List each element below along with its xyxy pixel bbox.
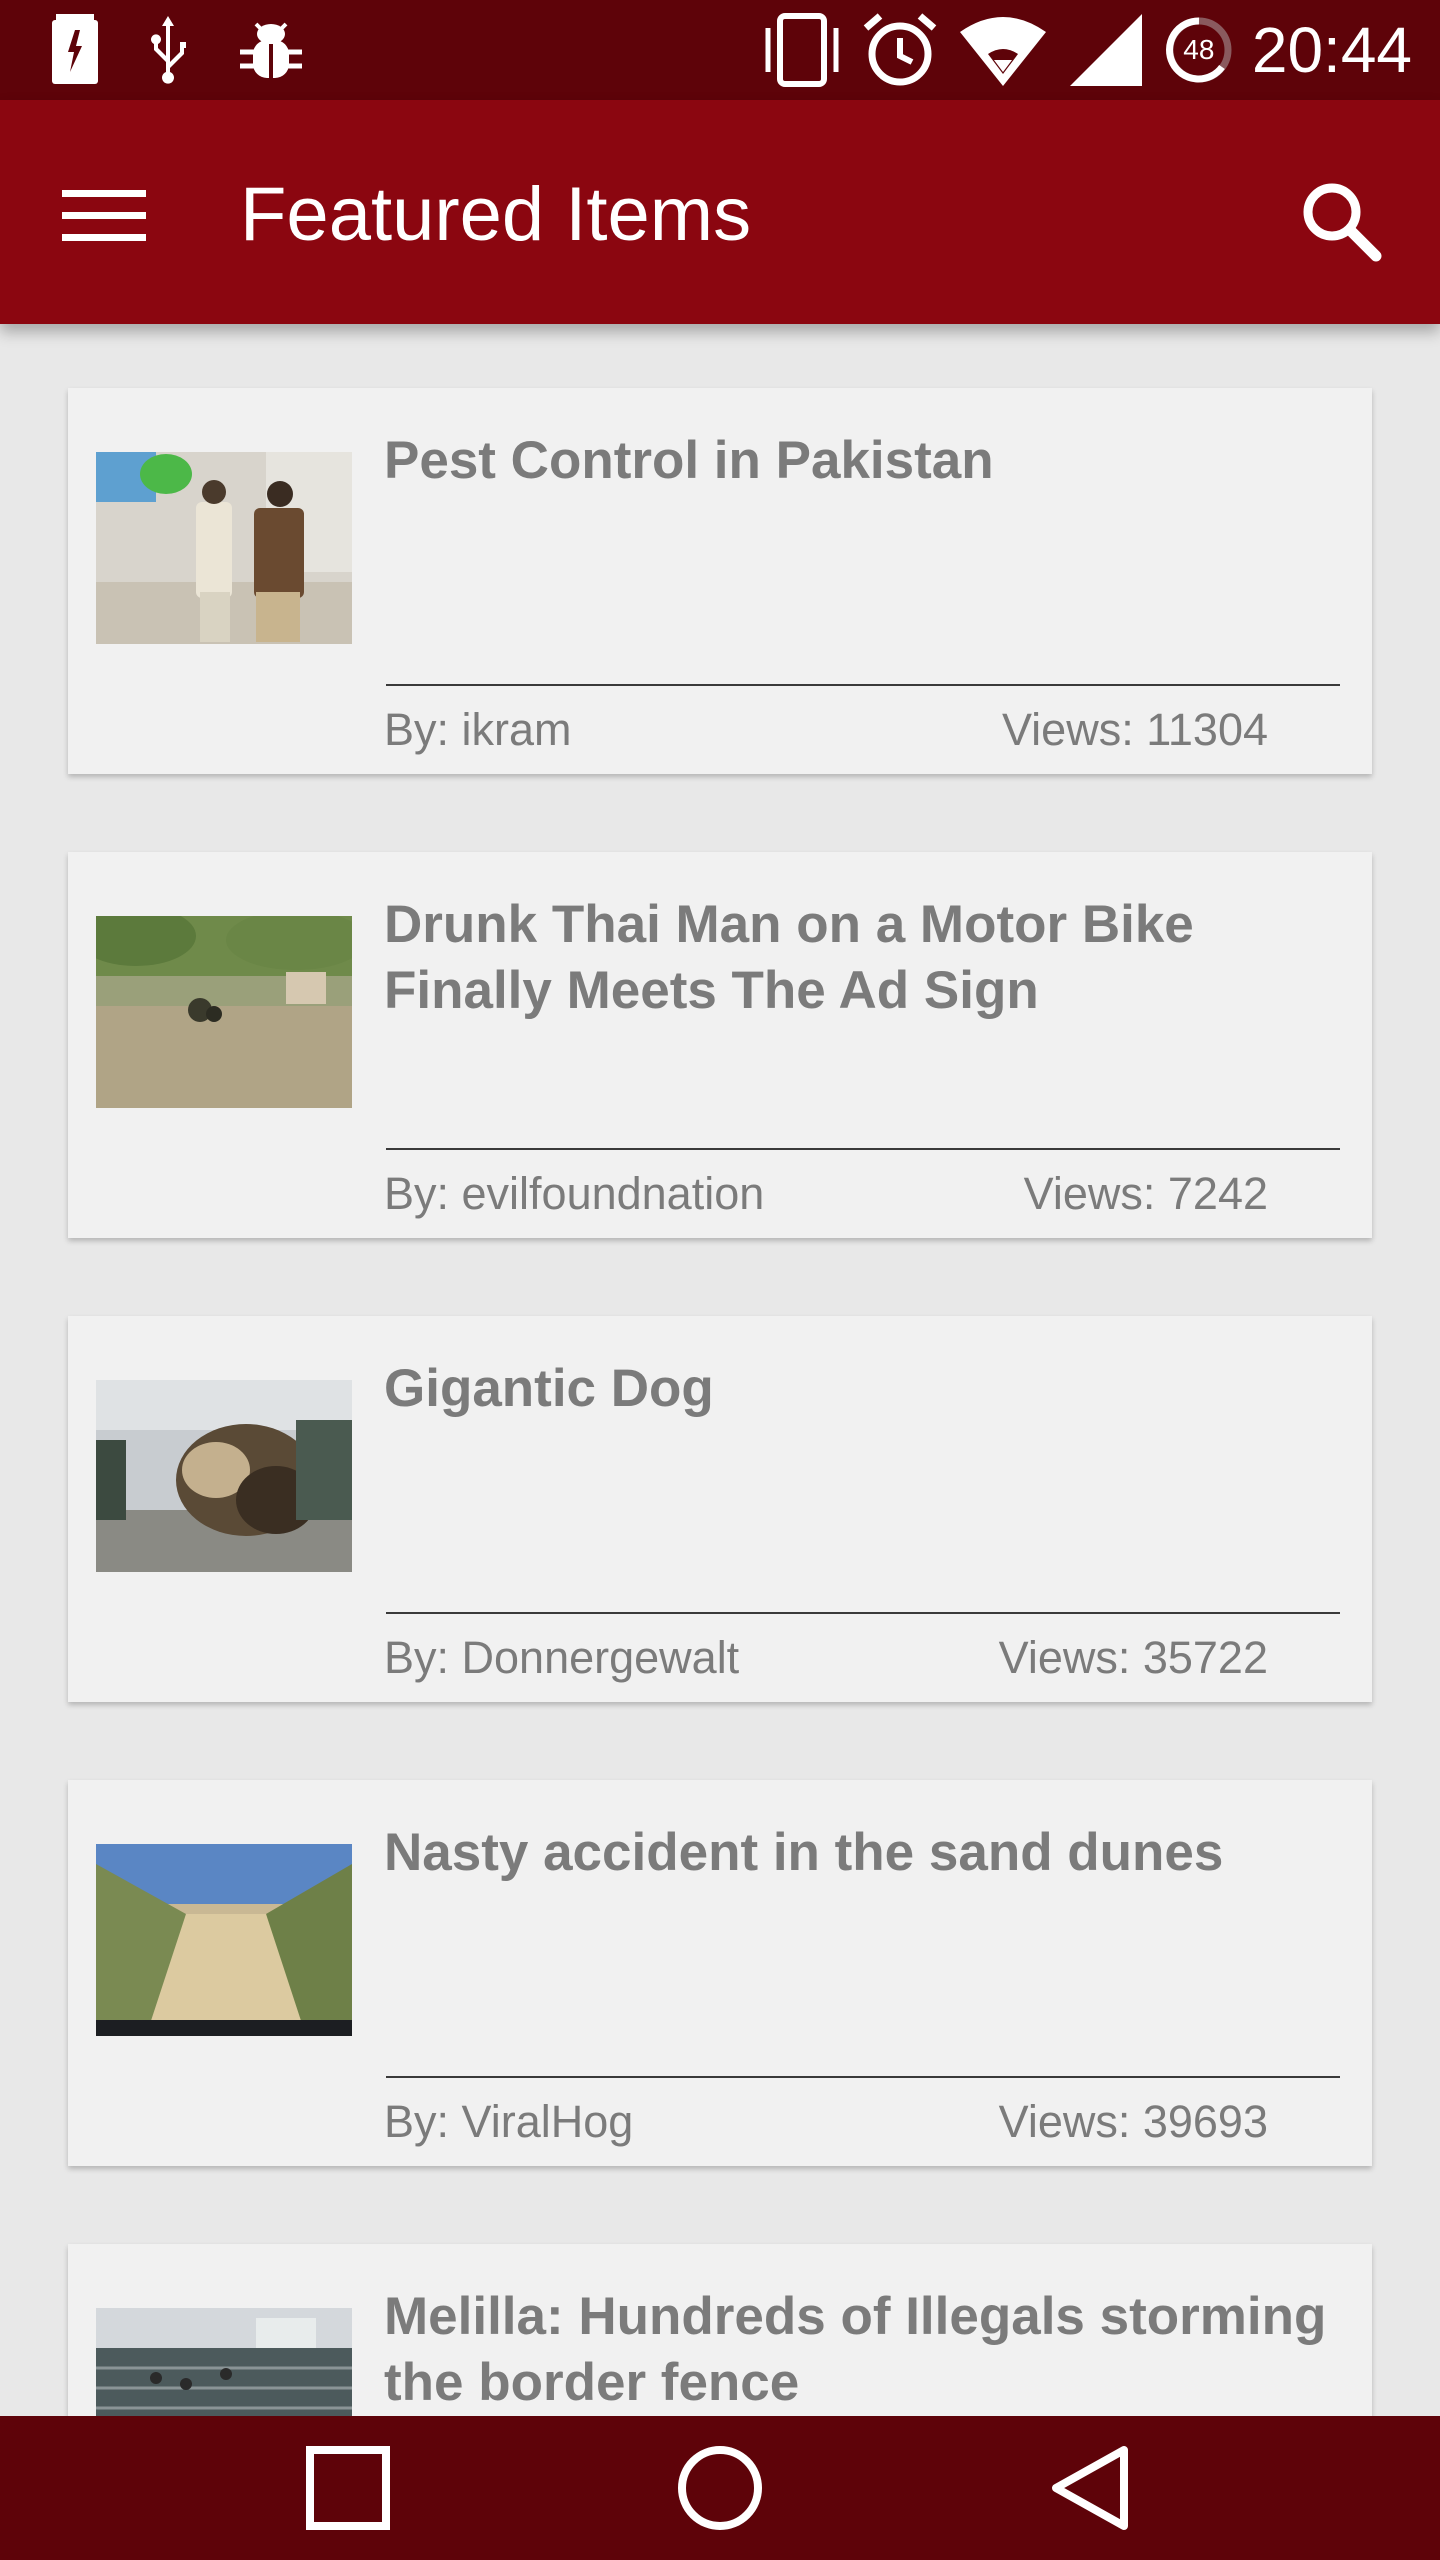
alarm-icon	[863, 13, 937, 86]
hamburger-menu-icon	[62, 190, 146, 241]
list-item[interactable]: Gigantic Dog By: Donnergewalt Views: 357…	[68, 1316, 1372, 1702]
item-title[interactable]: Pest Control in Pakistan	[384, 428, 1344, 494]
item-title[interactable]: Drunk Thai Man on a Motor Bike Finally M…	[384, 892, 1344, 1024]
video-thumbnail[interactable]	[96, 916, 352, 1108]
video-thumbnail[interactable]	[96, 1844, 352, 2036]
item-views: Views: 7242	[1023, 1168, 1268, 1219]
vibrate-icon	[765, 13, 839, 87]
divider	[386, 2076, 1340, 2078]
item-views: Views: 35722	[998, 1632, 1268, 1683]
item-views: Views: 11304	[1001, 704, 1268, 755]
battery-charging-icon	[52, 14, 98, 84]
item-author: By: evilfoundnation	[384, 1168, 765, 1219]
item-title[interactable]: Gigantic Dog	[384, 1356, 1344, 1422]
system-navigation-bar	[0, 2416, 1440, 2560]
battery-percent-indicator: 48	[1164, 15, 1234, 85]
back-triangle-icon	[1052, 2446, 1128, 2530]
video-thumbnail[interactable]	[96, 1380, 352, 1572]
menu-button[interactable]	[62, 176, 162, 256]
usb-icon	[151, 16, 186, 84]
page-title: Featured Items	[240, 172, 752, 257]
featured-items-list[interactable]: Pest Control in Pakistan By: ikram Views…	[0, 324, 1440, 2416]
home-circle-icon	[678, 2446, 762, 2530]
home-button[interactable]	[670, 2438, 770, 2538]
video-thumbnail[interactable]	[96, 452, 352, 644]
list-item[interactable]: Nasty accident in the sand dunes By: Vir…	[68, 1780, 1372, 2166]
search-icon	[1303, 183, 1382, 262]
list-item[interactable]: Melilla: Hundreds of Illegals storming t…	[68, 2244, 1372, 2416]
divider	[386, 1612, 1340, 1614]
back-button[interactable]	[1040, 2438, 1140, 2538]
notification-icons	[50, 14, 306, 86]
item-author: By: ikram	[384, 704, 572, 755]
status-bar: 48 20:44	[0, 0, 1440, 100]
app-bar: Featured Items	[0, 100, 1440, 324]
divider	[386, 684, 1340, 686]
system-status-icons: 48 20:44	[762, 10, 1412, 90]
wifi-icon	[959, 17, 1046, 86]
battery-percent: 48	[1183, 34, 1215, 65]
search-button[interactable]	[1296, 176, 1386, 266]
status-time: 20:44	[1251, 14, 1412, 86]
recents-button[interactable]	[298, 2438, 398, 2538]
divider	[386, 1148, 1340, 1150]
item-title[interactable]: Melilla: Hundreds of Illegals storming t…	[384, 2284, 1344, 2416]
item-author: By: ViralHog	[384, 2096, 634, 2147]
video-thumbnail[interactable]	[96, 2308, 352, 2416]
list-item[interactable]: Drunk Thai Man on a Motor Bike Finally M…	[68, 852, 1372, 1238]
item-title[interactable]: Nasty accident in the sand dunes	[384, 1820, 1344, 1886]
item-author: By: Donnergewalt	[384, 1632, 740, 1683]
debug-bug-icon	[240, 22, 302, 78]
recents-square-icon	[306, 2446, 390, 2530]
cell-signal-icon	[1069, 14, 1142, 86]
list-item[interactable]: Pest Control in Pakistan By: ikram Views…	[68, 388, 1372, 774]
item-views: Views: 39693	[998, 2096, 1268, 2147]
